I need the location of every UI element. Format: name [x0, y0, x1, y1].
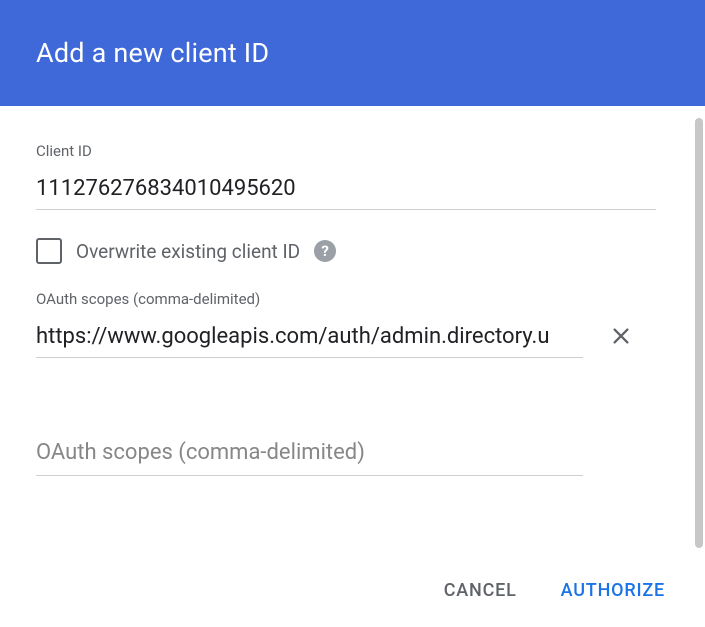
oauth-scopes-field-group: OAuth scopes (comma-delimited)	[36, 290, 669, 358]
oauth-scope-input[interactable]	[36, 320, 583, 358]
overwrite-label: Overwrite existing client ID	[76, 240, 300, 263]
dialog-header: Add a new client ID	[0, 0, 705, 106]
dialog-content: Client ID Overwrite existing client ID ?…	[0, 106, 705, 476]
overwrite-row: Overwrite existing client ID ?	[36, 238, 669, 264]
scope-input-wrap	[36, 320, 583, 358]
cancel-button[interactable]: CANCEL	[440, 574, 521, 607]
overwrite-checkbox[interactable]	[36, 238, 62, 264]
close-icon	[610, 325, 632, 347]
authorize-button[interactable]: AUTHORIZE	[557, 574, 669, 607]
add-scope-field-group	[36, 436, 669, 476]
add-oauth-scope-input[interactable]	[36, 436, 583, 476]
remove-scope-button[interactable]	[609, 324, 633, 348]
scope-row	[36, 320, 669, 358]
client-id-field-group: Client ID	[36, 142, 669, 210]
oauth-scopes-label: OAuth scopes (comma-delimited)	[36, 290, 669, 308]
help-icon[interactable]: ?	[314, 240, 336, 262]
client-id-label: Client ID	[36, 142, 669, 160]
dialog-title: Add a new client ID	[36, 37, 269, 69]
client-id-input[interactable]	[36, 172, 656, 210]
scrollbar[interactable]	[695, 118, 703, 548]
dialog-footer: CANCEL AUTHORIZE	[440, 574, 669, 607]
